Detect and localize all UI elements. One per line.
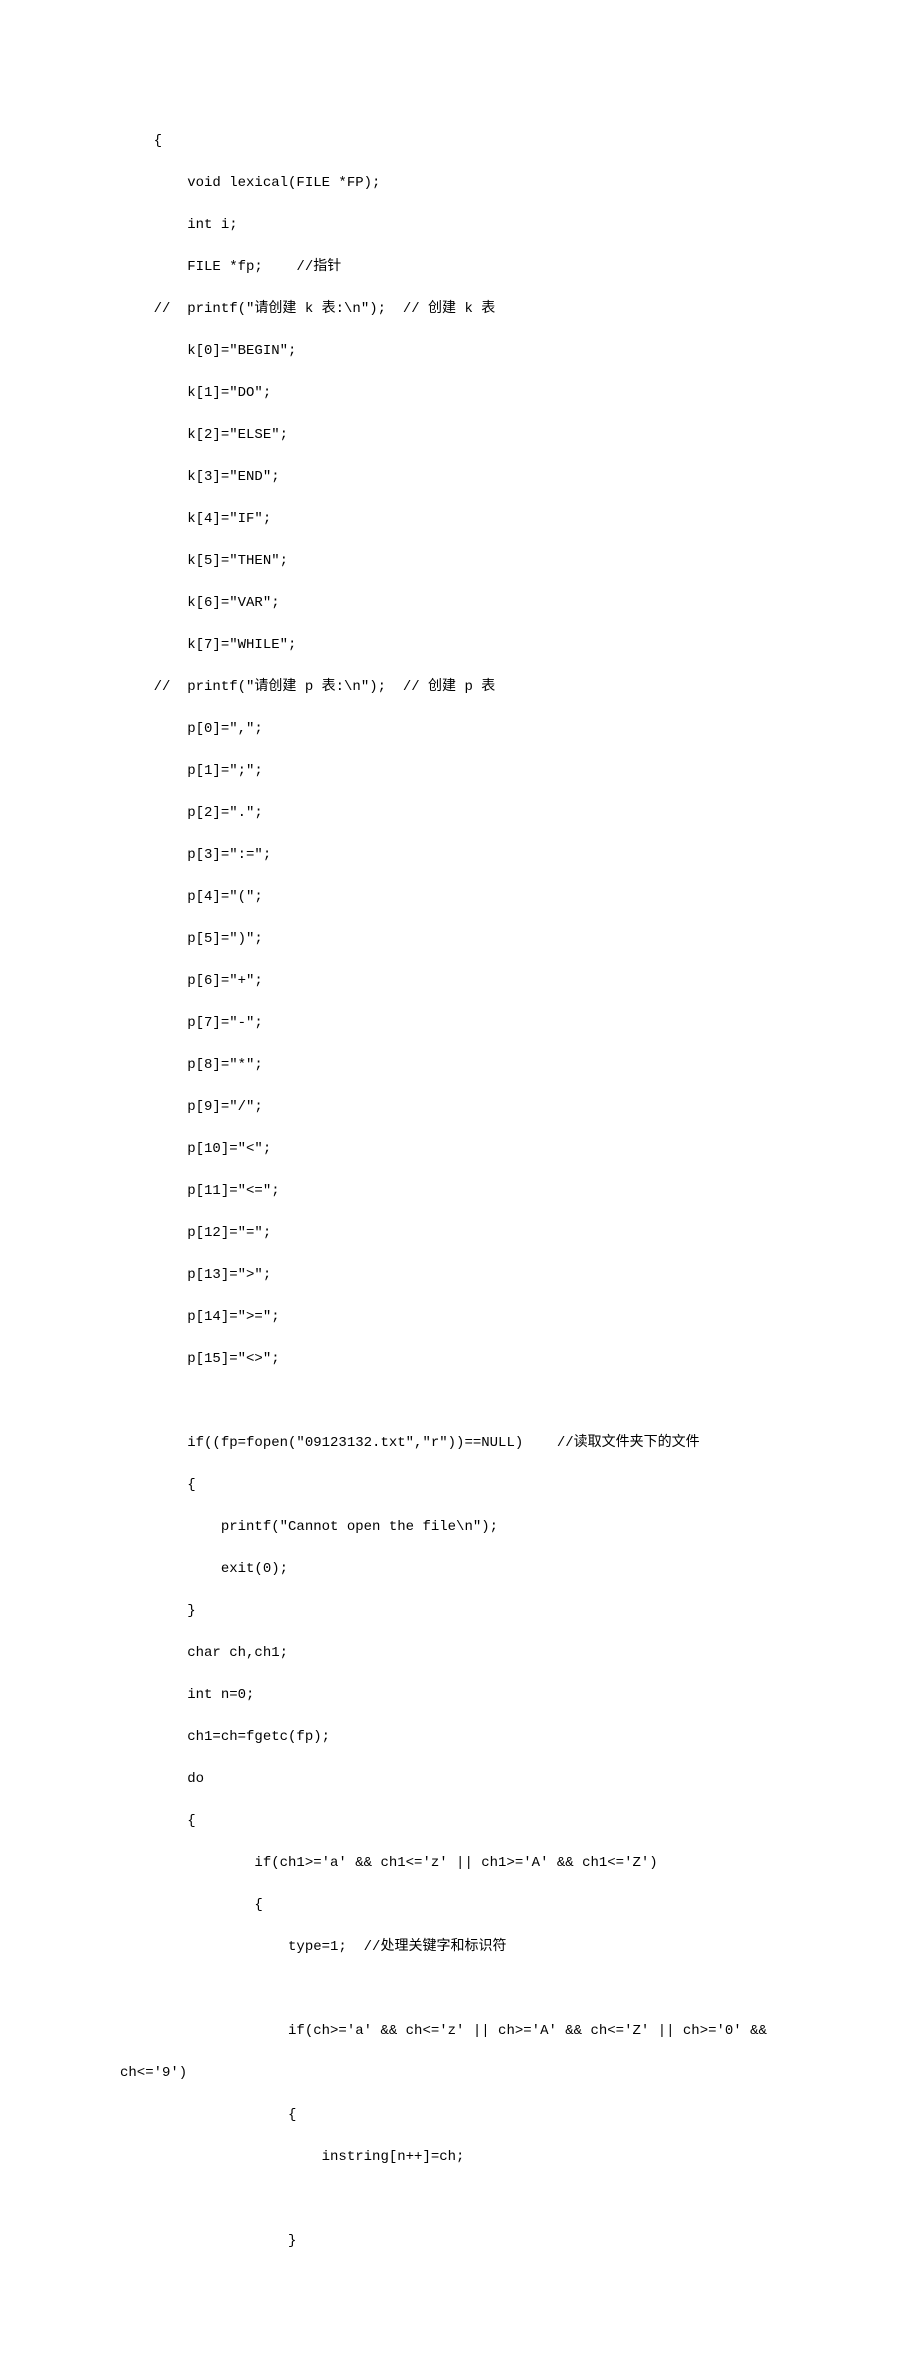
code-line: k[0]="BEGIN"; (120, 341, 800, 362)
code-line: { (120, 2105, 800, 2126)
code-line (120, 1979, 800, 2000)
code-line: printf("Cannot open the file\n"); (120, 1517, 800, 1538)
code-line (120, 2189, 800, 2210)
code-line: p[13]=">"; (120, 1265, 800, 1286)
code-line: exit(0); (120, 1559, 800, 1580)
code-line: instring[n++]=ch; (120, 2147, 800, 2168)
code-line: k[6]="VAR"; (120, 593, 800, 614)
code-line: do (120, 1769, 800, 1790)
code-document: { void lexical(FILE *FP); int i; FILE *f… (0, 0, 920, 2353)
code-line: p[14]=">="; (120, 1307, 800, 1328)
code-line (120, 1391, 800, 1412)
code-line: p[8]="*"; (120, 1055, 800, 1076)
code-line: // printf("请创建 p 表:\n"); // 创建 p 表 (120, 677, 800, 698)
code-line: p[15]="<>"; (120, 1349, 800, 1370)
code-line: p[12]="="; (120, 1223, 800, 1244)
code-line: int i; (120, 215, 800, 236)
code-line: k[7]="WHILE"; (120, 635, 800, 656)
code-line: k[1]="DO"; (120, 383, 800, 404)
code-line: { (120, 1895, 800, 1916)
code-line: p[9]="/"; (120, 1097, 800, 1118)
code-line: p[0]=","; (120, 719, 800, 740)
code-line: FILE *fp; //指针 (120, 257, 800, 278)
code-line: p[6]="+"; (120, 971, 800, 992)
code-line: p[5]=")"; (120, 929, 800, 950)
code-line: p[1]=";"; (120, 761, 800, 782)
code-line: p[3]=":="; (120, 845, 800, 866)
code-line: k[5]="THEN"; (120, 551, 800, 572)
code-line: { (120, 1475, 800, 1496)
code-line: if((fp=fopen("09123132.txt","r"))==NULL)… (120, 1433, 800, 1454)
code-line: { (120, 1811, 800, 1832)
code-line: ch1=ch=fgetc(fp); (120, 1727, 800, 1748)
code-line: if(ch>='a' && ch<='z' || ch>='A' && ch<=… (120, 2021, 800, 2042)
code-line: p[11]="<="; (120, 1181, 800, 1202)
code-line: ch<='9') (120, 2063, 800, 2084)
code-line: // printf("请创建 k 表:\n"); // 创建 k 表 (120, 299, 800, 320)
code-line: k[4]="IF"; (120, 509, 800, 530)
code-line: } (120, 1601, 800, 1622)
code-line: k[3]="END"; (120, 467, 800, 488)
code-line: type=1; //处理关键字和标识符 (120, 1937, 800, 1958)
code-line: void lexical(FILE *FP); (120, 173, 800, 194)
code-line: int n=0; (120, 1685, 800, 1706)
code-line: { (120, 131, 800, 152)
code-line: k[2]="ELSE"; (120, 425, 800, 446)
code-line: p[4]="("; (120, 887, 800, 908)
code-line: p[7]="-"; (120, 1013, 800, 1034)
code-line: p[10]="<"; (120, 1139, 800, 1160)
code-line: } (120, 2231, 800, 2252)
code-line: if(ch1>='a' && ch1<='z' || ch1>='A' && c… (120, 1853, 800, 1874)
code-line: p[2]="."; (120, 803, 800, 824)
code-line: char ch,ch1; (120, 1643, 800, 1664)
